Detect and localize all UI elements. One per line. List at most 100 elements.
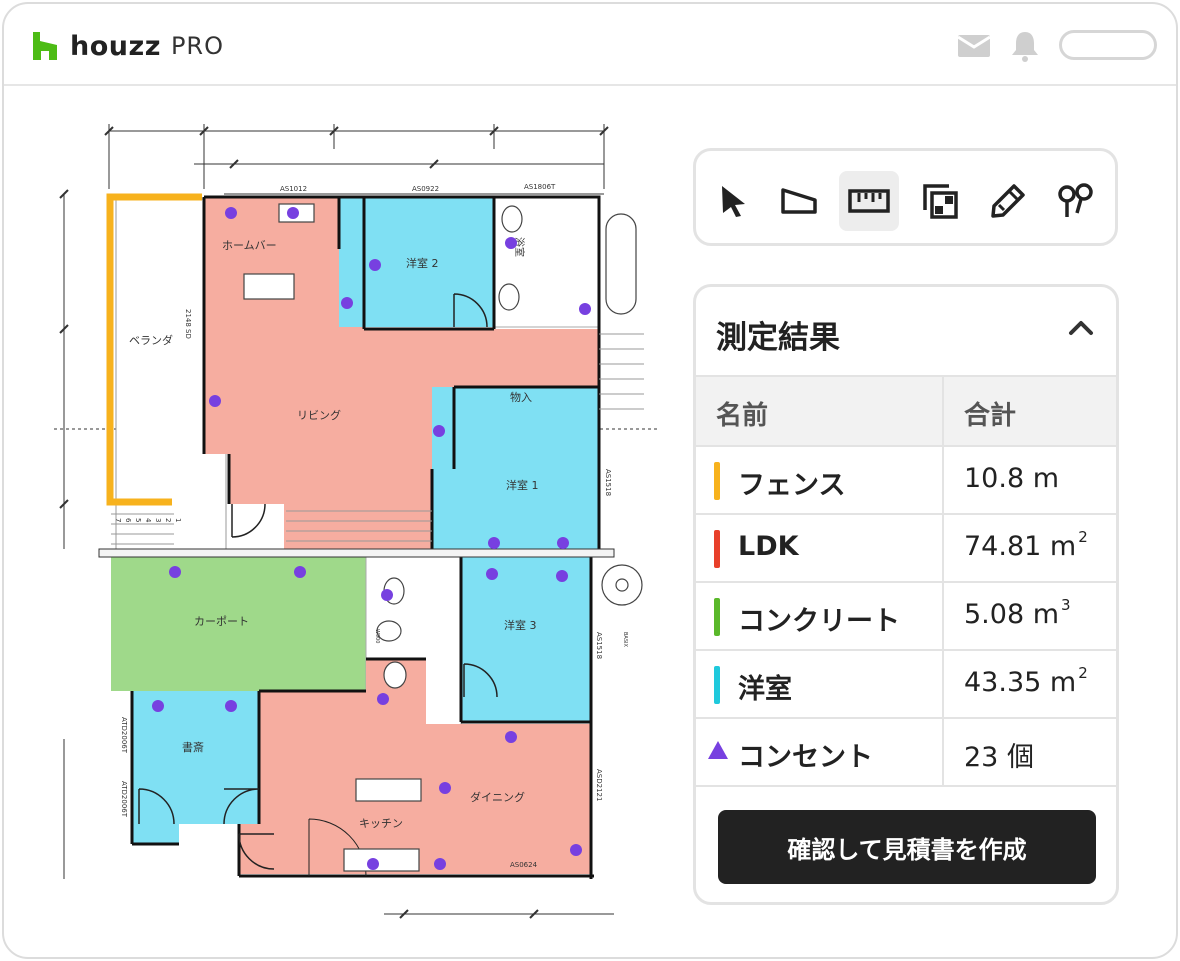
floor-plan[interactable]: ホームバー ベランダ リビング 物入 洋室 2 洋室 1 洋室 3 カーポート … — [54, 119, 664, 929]
row-total: 23 個 — [964, 742, 1034, 773]
opening-label-as0624: AS0624 — [510, 861, 538, 869]
measurement-toolbar — [693, 148, 1118, 246]
opening-label-as1518-a: AS1518 — [604, 469, 612, 496]
row-name: LDK — [738, 531, 799, 562]
mail-icon[interactable] — [958, 35, 990, 57]
outlet-marker[interactable] — [439, 782, 451, 794]
opening-label-as1518-b: AS1518 — [595, 632, 603, 659]
houzz-logo-icon — [33, 32, 57, 60]
room-label-western-3: 洋室 3 — [504, 618, 537, 632]
outlet-marker[interactable] — [488, 537, 500, 549]
pins-icon — [1058, 183, 1093, 217]
count-tool-button[interactable] — [1046, 171, 1106, 231]
opening-label-atd2006-a: ATD2006T — [120, 717, 128, 754]
stair-step-7: 7 — [114, 518, 122, 522]
account-pill[interactable] — [1059, 30, 1157, 60]
ruler-icon — [848, 189, 890, 213]
basix-label: BASIX — [622, 632, 628, 647]
room-label-home-bar: ホームバー — [222, 239, 277, 252]
column-header-total: 合計 — [964, 401, 1017, 431]
outlet-marker[interactable] — [367, 858, 379, 870]
room-label-western-1: 洋室 1 — [506, 478, 539, 492]
stair-step-3: 3 — [154, 518, 162, 522]
outlet-marker[interactable] — [505, 731, 517, 743]
fence-color-swatch — [714, 462, 720, 500]
outlet-marker[interactable] — [433, 425, 445, 437]
table-row[interactable]: LDK 74.81 m2 — [696, 515, 1116, 583]
outlet-marker[interactable] — [381, 589, 393, 601]
room-label-western-2: 洋室 2 — [406, 256, 439, 270]
outlet-marker[interactable] — [294, 566, 306, 578]
cursor-arrow-icon — [722, 186, 745, 217]
brand-suffix: PRO — [170, 32, 224, 60]
table-row[interactable]: フェンス 10.8 m — [696, 447, 1116, 515]
row-total: 5.08 m3 — [964, 596, 1071, 630]
opening-label-atd2006-b: ATD2006T — [120, 781, 128, 818]
concrete-color-swatch — [714, 598, 720, 636]
opening-label-as0922: AS0922 — [412, 185, 439, 193]
room-label-study: 書斎 — [182, 740, 204, 754]
outlet-marker[interactable] — [225, 207, 237, 219]
houzz-pro-logo[interactable]: houzz PRO — [30, 30, 224, 62]
pen-icon — [991, 184, 1025, 218]
outlet-marker[interactable] — [169, 566, 181, 578]
room-label-carport: カーポート — [194, 615, 249, 628]
area-tool-button[interactable] — [769, 171, 829, 231]
chevron-up-icon[interactable] — [1068, 320, 1094, 336]
outlet-marker[interactable] — [287, 207, 299, 219]
rooms-tool-button[interactable] — [910, 171, 970, 231]
select-tool-button[interactable] — [704, 171, 764, 231]
table-row[interactable]: コンセント 23 個 — [696, 719, 1116, 787]
outlet-marker[interactable] — [579, 303, 591, 315]
outlet-marker[interactable] — [369, 259, 381, 271]
create-estimate-button[interactable]: 確認して見積書を作成 — [718, 810, 1096, 884]
outlet-marker[interactable] — [209, 395, 221, 407]
row-name: 洋室 — [738, 674, 792, 705]
opening-label-asd2121: ASD2121 — [595, 769, 603, 801]
row-name: コンクリート — [738, 606, 900, 637]
outlet-marker[interactable] — [486, 568, 498, 580]
outlet-marker[interactable] — [377, 693, 389, 705]
room-label-living: リビング — [297, 408, 341, 422]
outlet-marker[interactable] — [434, 858, 446, 870]
stair-step-2: 2 — [164, 518, 172, 522]
room-label-dining: ダイニング — [470, 790, 525, 804]
outlet-marker[interactable] — [505, 237, 517, 249]
top-bar: houzz PRO — [4, 4, 1176, 86]
app-window: houzz PRO ホームバー ベランダ リビング 物入 洋室 2 洋室 1 洋… — [2, 2, 1178, 959]
measure-tool-button[interactable] — [839, 171, 899, 231]
ldk-color-swatch — [714, 530, 720, 568]
outlet-marker[interactable] — [556, 570, 568, 582]
opening-label-as1012: AS1012 — [280, 185, 307, 193]
overlapping-squares-icon — [923, 184, 958, 219]
row-name: フェンス — [738, 470, 846, 501]
outlet-marker[interactable] — [152, 700, 164, 712]
room-label-storage: 物入 — [510, 390, 532, 404]
table-header: 名前 合計 — [696, 375, 1116, 447]
stair-step-5: 5 — [134, 518, 142, 522]
outlet-marker[interactable] — [225, 700, 237, 712]
stair-step-6: 6 — [124, 518, 132, 523]
panel-title: 測定結果 — [716, 320, 840, 356]
table-row[interactable]: コンクリート 5.08 m3 — [696, 583, 1116, 651]
row-total: 43.35 m2 — [964, 664, 1088, 698]
stair-step-1: 1 — [174, 518, 182, 522]
stair-step-4: 4 — [144, 518, 152, 523]
opening-label-sd2148: 2148 SD — [184, 309, 192, 339]
outlet-triangle-icon — [708, 741, 728, 759]
opening-label-as1806t: AS1806T — [524, 183, 556, 191]
row-total: 74.81 m2 — [964, 528, 1088, 562]
draw-tool-button[interactable] — [978, 171, 1038, 231]
brand-name: houzz — [70, 30, 161, 62]
table-row[interactable]: 洋室 43.35 m2 — [696, 651, 1116, 719]
row-total: 10.8 m — [964, 463, 1060, 494]
results-table: 名前 合計 フェンス 10.8 m LDK 74.81 m2 コンクリート 5.… — [696, 375, 1116, 787]
bell-icon[interactable] — [1010, 30, 1040, 62]
outlet-marker[interactable] — [557, 537, 569, 549]
polygon-icon — [781, 188, 817, 214]
outlet-marker[interactable] — [570, 844, 582, 856]
fixture-label-w900: W900 — [374, 629, 380, 644]
outlet-marker[interactable] — [341, 297, 353, 309]
western-room-color-swatch — [714, 666, 720, 704]
row-name: コンセント — [738, 742, 873, 773]
